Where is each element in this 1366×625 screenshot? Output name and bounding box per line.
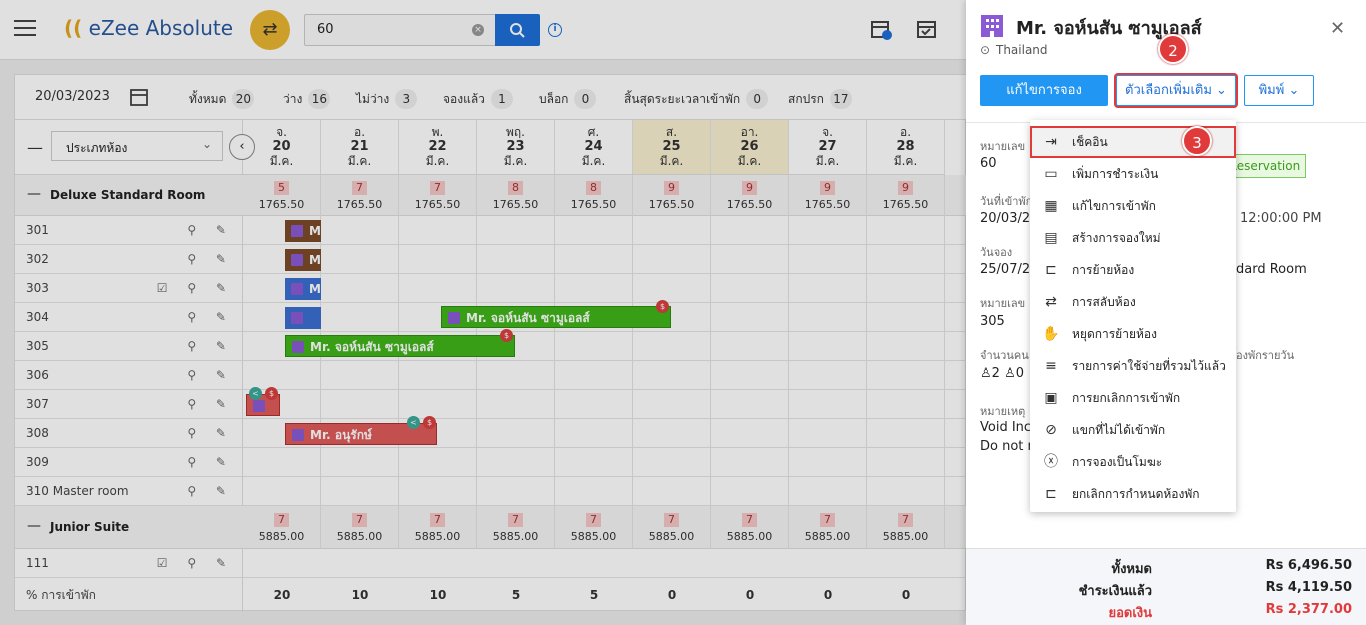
adult-icon: ♙: [980, 366, 992, 381]
no-show-icon: ⊘: [1045, 422, 1057, 438]
field-label: วันที่เข้าพัก: [980, 195, 1033, 208]
location-icon: ⊙: [980, 43, 991, 57]
total-value: Rs 6,496.50: [1265, 558, 1352, 573]
arrival-time: 12:00:00 PM: [1240, 211, 1322, 226]
chevron-down-icon: ⌄: [1288, 83, 1300, 98]
menu-item-room-move[interactable]: ⊏ การย้ายห้อง: [1030, 254, 1236, 286]
edit-reservation-button[interactable]: แก้ไขการจอง: [980, 75, 1108, 106]
cancel-stay-icon: ▣: [1044, 390, 1058, 406]
hand-icon: ✋: [1042, 326, 1060, 342]
remark-line: Void Incl: [980, 420, 1035, 435]
close-icon[interactable]: ✕: [1330, 18, 1345, 39]
rate-type: ้องพักรายวัน: [1236, 349, 1295, 362]
pax-count: ♙2 ♙0: [980, 366, 1025, 381]
room-swap-icon: ⇄: [1045, 294, 1057, 310]
field-label: จำนวนคน: [980, 349, 1029, 362]
payment-icon: ▭: [1044, 166, 1058, 182]
drawer-totals: ทั้งหมด Rs 6,496.50 ชำระเงินแล้ว Rs 4,11…: [966, 548, 1366, 625]
field-label: หมายเลข: [980, 140, 1026, 153]
guest-country: Thailand: [996, 43, 1048, 57]
room-number: 305: [980, 314, 1005, 329]
menu-item-swap-room[interactable]: ⇄ การสลับห้อง: [1030, 286, 1236, 318]
menu-item-stop-room-move[interactable]: ✋ หยุดการย้ายห้อง: [1030, 318, 1236, 350]
hotel-icon: [981, 15, 1003, 37]
menu-item-inclusions[interactable]: ≡ รายการค่าใช้จ่ายที่รวมไว้แล้ว: [1030, 350, 1236, 382]
print-button[interactable]: พิมพ์ ⌄: [1244, 75, 1314, 106]
more-options-menu: ⇥ เช็คอิน ▭ เพิ่มการชำระเงิน ▦ แก้ไขการเข้า…: [1030, 120, 1236, 512]
field-label: หมายเลข: [980, 297, 1026, 310]
step-marker: 3: [1182, 126, 1212, 156]
menu-item-cancel-stay[interactable]: ▣ การยกเลิกการเข้าพัก: [1030, 382, 1236, 414]
void-icon: ⓧ: [1044, 454, 1058, 470]
total-label: ทั้งหมด: [1111, 562, 1153, 577]
room-move-icon: ⊏: [1045, 262, 1057, 278]
balance-value: Rs 2,377.00: [1265, 602, 1352, 617]
menu-item-unassign-room[interactable]: ⊏ ยกเลิกการกำหนดห้องพัก: [1030, 478, 1236, 510]
field-label: หมายเหตุ: [980, 405, 1026, 418]
field-label: วันจอง: [980, 246, 1013, 259]
paid-value: Rs 4,119.50: [1265, 580, 1352, 595]
overlay-backdrop[interactable]: [0, 0, 966, 625]
calendar-icon: ▤: [1044, 230, 1058, 246]
balance-label: ยอดเงิน: [1108, 606, 1152, 621]
chevron-down-icon: ⌄: [1216, 83, 1227, 98]
status-badge: Reservation: [1228, 154, 1306, 178]
unassign-icon: ⊏: [1045, 486, 1057, 502]
edit-stay-icon: ▦: [1044, 198, 1058, 214]
menu-item-no-show[interactable]: ⊘ แขกที่ไม่ได้เข้าพัก: [1030, 414, 1236, 446]
checkin-icon: ⇥: [1045, 134, 1057, 150]
menu-item-add-payment[interactable]: ▭ เพิ่มการชำระเงิน: [1030, 158, 1236, 190]
menu-item-new-booking[interactable]: ▤ สร้างการจองใหม่: [1030, 222, 1236, 254]
room-type: dard Room: [1236, 262, 1307, 277]
paid-label: ชำระเงินแล้ว: [1078, 584, 1152, 599]
step-marker: 2: [1158, 34, 1188, 64]
more-options-button[interactable]: ตัวเลือกเพิ่มเติม ⌄: [1116, 75, 1236, 106]
child-icon: ♙: [1004, 366, 1016, 381]
menu-item-amend-stay[interactable]: ▦ แก้ไขการเข้าพัก: [1030, 190, 1236, 222]
menu-item-void[interactable]: ⓧ การจองเป็นโมฆะ: [1030, 446, 1236, 478]
reservation-number: 60: [980, 156, 997, 171]
charges-icon: ≡: [1045, 358, 1057, 374]
